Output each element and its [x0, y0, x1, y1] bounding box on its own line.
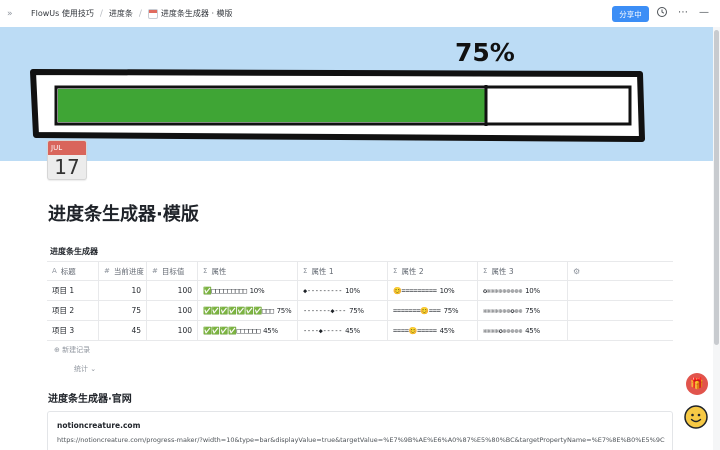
number-type-icon: # — [152, 267, 158, 275]
text-type-icon: A — [52, 267, 57, 275]
stats-dropdown[interactable]: 统计 ⌄ — [74, 364, 96, 374]
formula-type-icon: Σ — [303, 267, 308, 275]
breadcrumb-separator: / — [99, 8, 103, 19]
table-header-row: A 标题 # 当前进度 # 目标值 Σ 属性 Σ 属性 1 Σ 属性 2 Σ 属性 3 ⚙ — [47, 261, 673, 281]
page-title[interactable]: 进度条生成器·模版 — [48, 200, 199, 226]
table-row[interactable]: 项目 2 75 100 ✅✅✅✅✅✅✅□□□ 75% -------◆--- 75%… — [47, 301, 673, 321]
cell-empty — [568, 321, 673, 340]
cell-current[interactable]: 45 — [99, 321, 147, 340]
gift-icon[interactable]: 🎁 — [686, 373, 708, 395]
column-header-prop[interactable]: Σ 属性 — [198, 262, 298, 280]
column-header-target[interactable]: # 目标值 — [147, 262, 198, 280]
minimize-icon[interactable]: — — [697, 6, 711, 20]
new-record-button[interactable]: ⊕ 新建记录 — [54, 345, 90, 355]
share-button[interactable]: 分享中 — [612, 6, 649, 22]
breadcrumb-item-current[interactable]: 进度条生成器 · 模版 — [161, 8, 233, 19]
breadcrumb-item-workspace[interactable]: FlowUs 使用技巧 — [31, 8, 94, 19]
column-header-prop2[interactable]: Σ 属性 2 — [388, 262, 478, 280]
cover-image: 75% — [0, 27, 713, 161]
bookmark-domain: notioncreature.com — [57, 421, 141, 430]
cell-prop[interactable]: ✅✅✅✅□□□□□□ 45% — [198, 321, 298, 340]
cover-progress-illustration: 75% — [30, 38, 645, 142]
cell-prop1[interactable]: ----◆----- 45% — [298, 321, 388, 340]
cell-title[interactable]: 项目 3 — [47, 321, 99, 340]
formula-type-icon: Σ — [393, 267, 398, 275]
more-icon[interactable]: ⋯ — [676, 6, 690, 20]
cell-prop1[interactable]: ◆--------- 10% — [298, 281, 388, 300]
database-title[interactable]: 进度条生成器 — [50, 246, 98, 257]
cell-prop3[interactable]: ✪❊❊❊❊❊❊❊❊❊ 10% — [478, 281, 568, 300]
column-header-prop3[interactable]: Σ 属性 3 — [478, 262, 568, 280]
calendar-icon — [147, 8, 158, 19]
calendar-page-icon[interactable]: JUL 17 — [47, 140, 87, 180]
number-type-icon: # — [104, 267, 110, 275]
cell-current[interactable]: 75 — [99, 301, 147, 320]
cell-prop2[interactable]: 😊========= 10% — [388, 281, 478, 300]
calendar-month: JUL — [48, 141, 86, 155]
formula-type-icon: Σ — [483, 267, 488, 275]
breadcrumb-item-progress[interactable]: 进度条 — [109, 8, 133, 19]
cell-title[interactable]: 项目 1 — [47, 281, 99, 300]
cell-current[interactable]: 10 — [99, 281, 147, 300]
formula-type-icon: Σ — [203, 267, 208, 275]
cell-prop1[interactable]: -------◆--- 75% — [298, 301, 388, 320]
cell-target[interactable]: 100 — [147, 281, 198, 300]
breadcrumb-separator: / — [138, 8, 142, 19]
cell-prop3[interactable]: ❊❊❊❊❊❊❊✪❊❊ 75% — [478, 301, 568, 320]
column-header-title[interactable]: A 标题 — [47, 262, 99, 280]
double-chevron-right-icon[interactable]: » — [7, 9, 19, 19]
calendar-day: 17 — [54, 155, 80, 179]
scrollbar-thumb[interactable] — [714, 30, 719, 345]
database-table: A 标题 # 当前进度 # 目标值 Σ 属性 Σ 属性 1 Σ 属性 2 Σ 属性 3 ⚙ 项… — [47, 261, 673, 341]
cell-empty — [568, 301, 673, 320]
add-circle-icon: ⊕ — [54, 346, 60, 354]
bookmark-card[interactable]: notioncreature.com https://notioncreatur… — [47, 411, 673, 450]
section-heading[interactable]: 进度条生成器·官网 — [48, 390, 132, 405]
bookmark-url: https://notioncreature.com/progress-make… — [57, 436, 665, 444]
cell-prop[interactable]: ✅✅✅✅✅✅✅□□□ 75% — [198, 301, 298, 320]
table-row[interactable]: 项目 1 10 100 ✅□□□□□□□□□ 10% ◆--------- 10% … — [47, 281, 673, 301]
cell-prop3[interactable]: ❊❊❊❊✪❊❊❊❊❊ 45% — [478, 321, 568, 340]
column-header-current[interactable]: # 当前进度 — [99, 262, 147, 280]
table-row[interactable]: 项目 3 45 100 ✅✅✅✅□□□□□□ 45% ----◆----- 45% … — [47, 321, 673, 341]
clock-icon[interactable] — [655, 6, 669, 20]
cell-empty — [568, 281, 673, 300]
settings-icon[interactable]: ⚙ — [573, 267, 580, 276]
cover-percent-text: 75% — [455, 38, 515, 67]
cell-target[interactable]: 100 — [147, 301, 198, 320]
cover-bar-fill — [58, 89, 486, 122]
cell-prop2[interactable]: ====😊===== 45% — [388, 321, 478, 340]
cell-title[interactable]: 项目 2 — [47, 301, 99, 320]
column-header-prop1[interactable]: Σ 属性 1 — [298, 262, 388, 280]
smiley-assistant-icon[interactable] — [683, 404, 709, 430]
cell-target[interactable]: 100 — [147, 321, 198, 340]
cell-prop2[interactable]: =======😊=== 75% — [388, 301, 478, 320]
cell-prop[interactable]: ✅□□□□□□□□□ 10% — [198, 281, 298, 300]
add-column-cell[interactable]: ⚙ — [568, 262, 673, 280]
breadcrumb: FlowUs 使用技巧 / 进度条 / 进度条生成器 · 模版 — [19, 8, 233, 19]
